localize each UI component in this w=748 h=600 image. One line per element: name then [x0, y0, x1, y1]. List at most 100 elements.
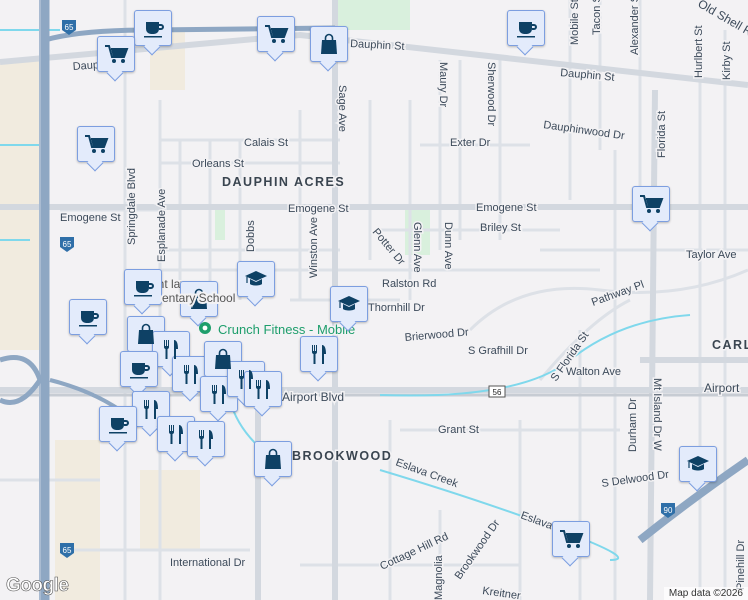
svg-text:Durham Dr: Durham Dr	[627, 398, 639, 452]
svg-text:Hurlbert St: Hurlbert St	[693, 25, 705, 78]
cart-icon	[640, 195, 664, 213]
coffee-icon	[134, 281, 154, 297]
map-marker-fork-knife[interactable]	[187, 421, 225, 457]
bag-icon	[138, 323, 154, 344]
svg-text:Airport Blvd: Airport Blvd	[282, 390, 344, 404]
svg-text:CARL: CARL	[712, 338, 748, 352]
commercial-area	[140, 470, 200, 550]
map-marker-coffee[interactable]	[134, 10, 172, 46]
coffee-icon	[517, 22, 537, 38]
cart-icon	[105, 45, 129, 63]
map-marker-bag[interactable]	[254, 441, 292, 477]
coffee-icon	[109, 418, 129, 434]
svg-text:Brierwood Dr: Brierwood Dr	[404, 326, 469, 344]
fork-knife-icon	[143, 400, 158, 419]
svg-text:Glenn Ave: Glenn Ave	[411, 222, 423, 273]
cart-icon	[85, 135, 109, 153]
coffee-icon	[130, 363, 150, 379]
map-attribution: Map data ©2026	[663, 587, 748, 600]
park-area	[215, 205, 225, 240]
svg-text:DAUPHIN ACRES: DAUPHIN ACRES	[222, 175, 345, 189]
fork-knife-icon	[163, 340, 178, 359]
map-marker-bag[interactable]	[310, 26, 348, 62]
svg-text:Winston Ave: Winston Ave	[308, 217, 320, 278]
graduation-cap-icon	[245, 271, 267, 286]
svg-text:Springdale Blvd: Springdale Blvd	[126, 168, 138, 245]
map-marker-bag[interactable]	[180, 281, 218, 317]
svg-text:Sherwood Dr: Sherwood Dr	[485, 62, 497, 127]
fork-knife-icon	[198, 430, 213, 449]
google-logo: Google	[6, 575, 70, 597]
svg-text:Magnolia: Magnolia	[433, 554, 445, 600]
map-marker-cart[interactable]	[552, 521, 590, 557]
cart-icon	[560, 530, 584, 548]
svg-text:Pinehill Dr: Pinehill Dr	[735, 540, 747, 590]
map-marker-cart[interactable]	[632, 186, 670, 222]
svg-text:Tacon St: Tacon St	[591, 0, 603, 35]
svg-text:Ralston Rd: Ralston Rd	[382, 278, 436, 290]
map-marker-coffee[interactable]	[124, 269, 162, 305]
svg-text:Maury Dr: Maury Dr	[437, 62, 449, 108]
graduation-cap-icon	[338, 296, 360, 311]
graduation-cap-icon	[687, 456, 709, 471]
svg-text:Exter Dr: Exter Dr	[450, 137, 491, 149]
svg-text:S Grafhill Dr: S Grafhill Dr	[468, 345, 528, 357]
svg-text:Florida St: Florida St	[656, 111, 668, 158]
svg-text:Kirby St: Kirby St	[721, 41, 733, 80]
svg-text:Thornhill Dr: Thornhill Dr	[368, 302, 425, 314]
map-marker-fork-knife[interactable]	[300, 336, 338, 372]
svg-text:65: 65	[63, 546, 72, 555]
svg-text:Walton Ave: Walton Ave	[566, 366, 621, 378]
map-marker-coffee[interactable]	[120, 351, 158, 387]
map-marker-coffee[interactable]	[99, 406, 137, 442]
svg-text:Emogene St: Emogene St	[60, 212, 121, 224]
map-marker-graduation-cap[interactable]	[330, 286, 368, 322]
svg-text:Dauphin St: Dauphin St	[350, 38, 405, 53]
svg-text:Mobile St: Mobile St	[569, 0, 581, 45]
fork-knife-icon	[183, 365, 198, 384]
crunch-fitness-pin[interactable]: Crunch Fitness - Mobile	[199, 321, 357, 339]
map-marker-coffee[interactable]	[69, 299, 107, 335]
svg-text:Dobbs: Dobbs	[245, 220, 257, 252]
fork-knife-icon	[255, 380, 270, 399]
svg-text:Calais St: Calais St	[244, 137, 288, 149]
map-marker-fork-knife[interactable]	[244, 371, 282, 407]
svg-text:Mt Island Dr W: Mt Island Dr W	[651, 378, 663, 451]
fork-knife-icon	[168, 425, 183, 444]
svg-text:Taylor Ave: Taylor Ave	[686, 249, 737, 261]
florida-st-road	[647, 89, 658, 600]
minor-streets	[0, 0, 748, 600]
svg-text:Briley St: Briley St	[480, 222, 521, 234]
map-marker-cart[interactable]	[257, 16, 295, 52]
svg-text:65: 65	[65, 23, 74, 32]
svg-text:Esplanade Ave: Esplanade Ave	[156, 189, 168, 262]
svg-text:Emogene St: Emogene St	[476, 202, 537, 214]
fork-knife-icon	[311, 345, 326, 364]
fork-knife-icon	[211, 385, 226, 404]
svg-text:Airport: Airport	[704, 381, 740, 395]
svg-text:Alexander St: Alexander St	[629, 0, 641, 55]
map-marker-cart[interactable]	[97, 36, 135, 72]
coffee-icon	[144, 22, 164, 38]
svg-text:Crunch Fitness - Mobile: Crunch Fitness - Mobile	[218, 322, 355, 337]
svg-text:S Delwood Dr: S Delwood Dr	[601, 469, 670, 490]
map-marker-cart[interactable]	[77, 126, 115, 162]
map-marker-graduation-cap[interactable]	[679, 446, 717, 482]
svg-text:Dauphinwood Dr: Dauphinwood Dr	[543, 119, 626, 142]
map-canvas[interactable]: 65 65 65 56 90 Dauphin St Dauphin St Dau…	[0, 0, 748, 600]
coffee-icon	[79, 311, 99, 327]
cart-icon	[265, 25, 289, 43]
map-marker-graduation-cap[interactable]	[237, 261, 275, 297]
svg-text:International Dr: International Dr	[170, 557, 246, 569]
svg-text:Emogene St: Emogene St	[288, 203, 349, 215]
park-area	[338, 0, 410, 30]
map-marker-coffee[interactable]	[507, 10, 545, 46]
svg-text:Dunn Ave: Dunn Ave	[442, 222, 454, 270]
svg-text:90: 90	[664, 506, 673, 515]
svg-text:Grant St: Grant St	[438, 424, 479, 436]
svg-text:56: 56	[493, 388, 502, 397]
svg-text:Kreitner: Kreitner	[482, 585, 522, 600]
svg-text:Potter Dr: Potter Dr	[370, 226, 408, 268]
svg-text:Orleans St: Orleans St	[192, 158, 244, 170]
svg-text:65: 65	[63, 240, 72, 249]
